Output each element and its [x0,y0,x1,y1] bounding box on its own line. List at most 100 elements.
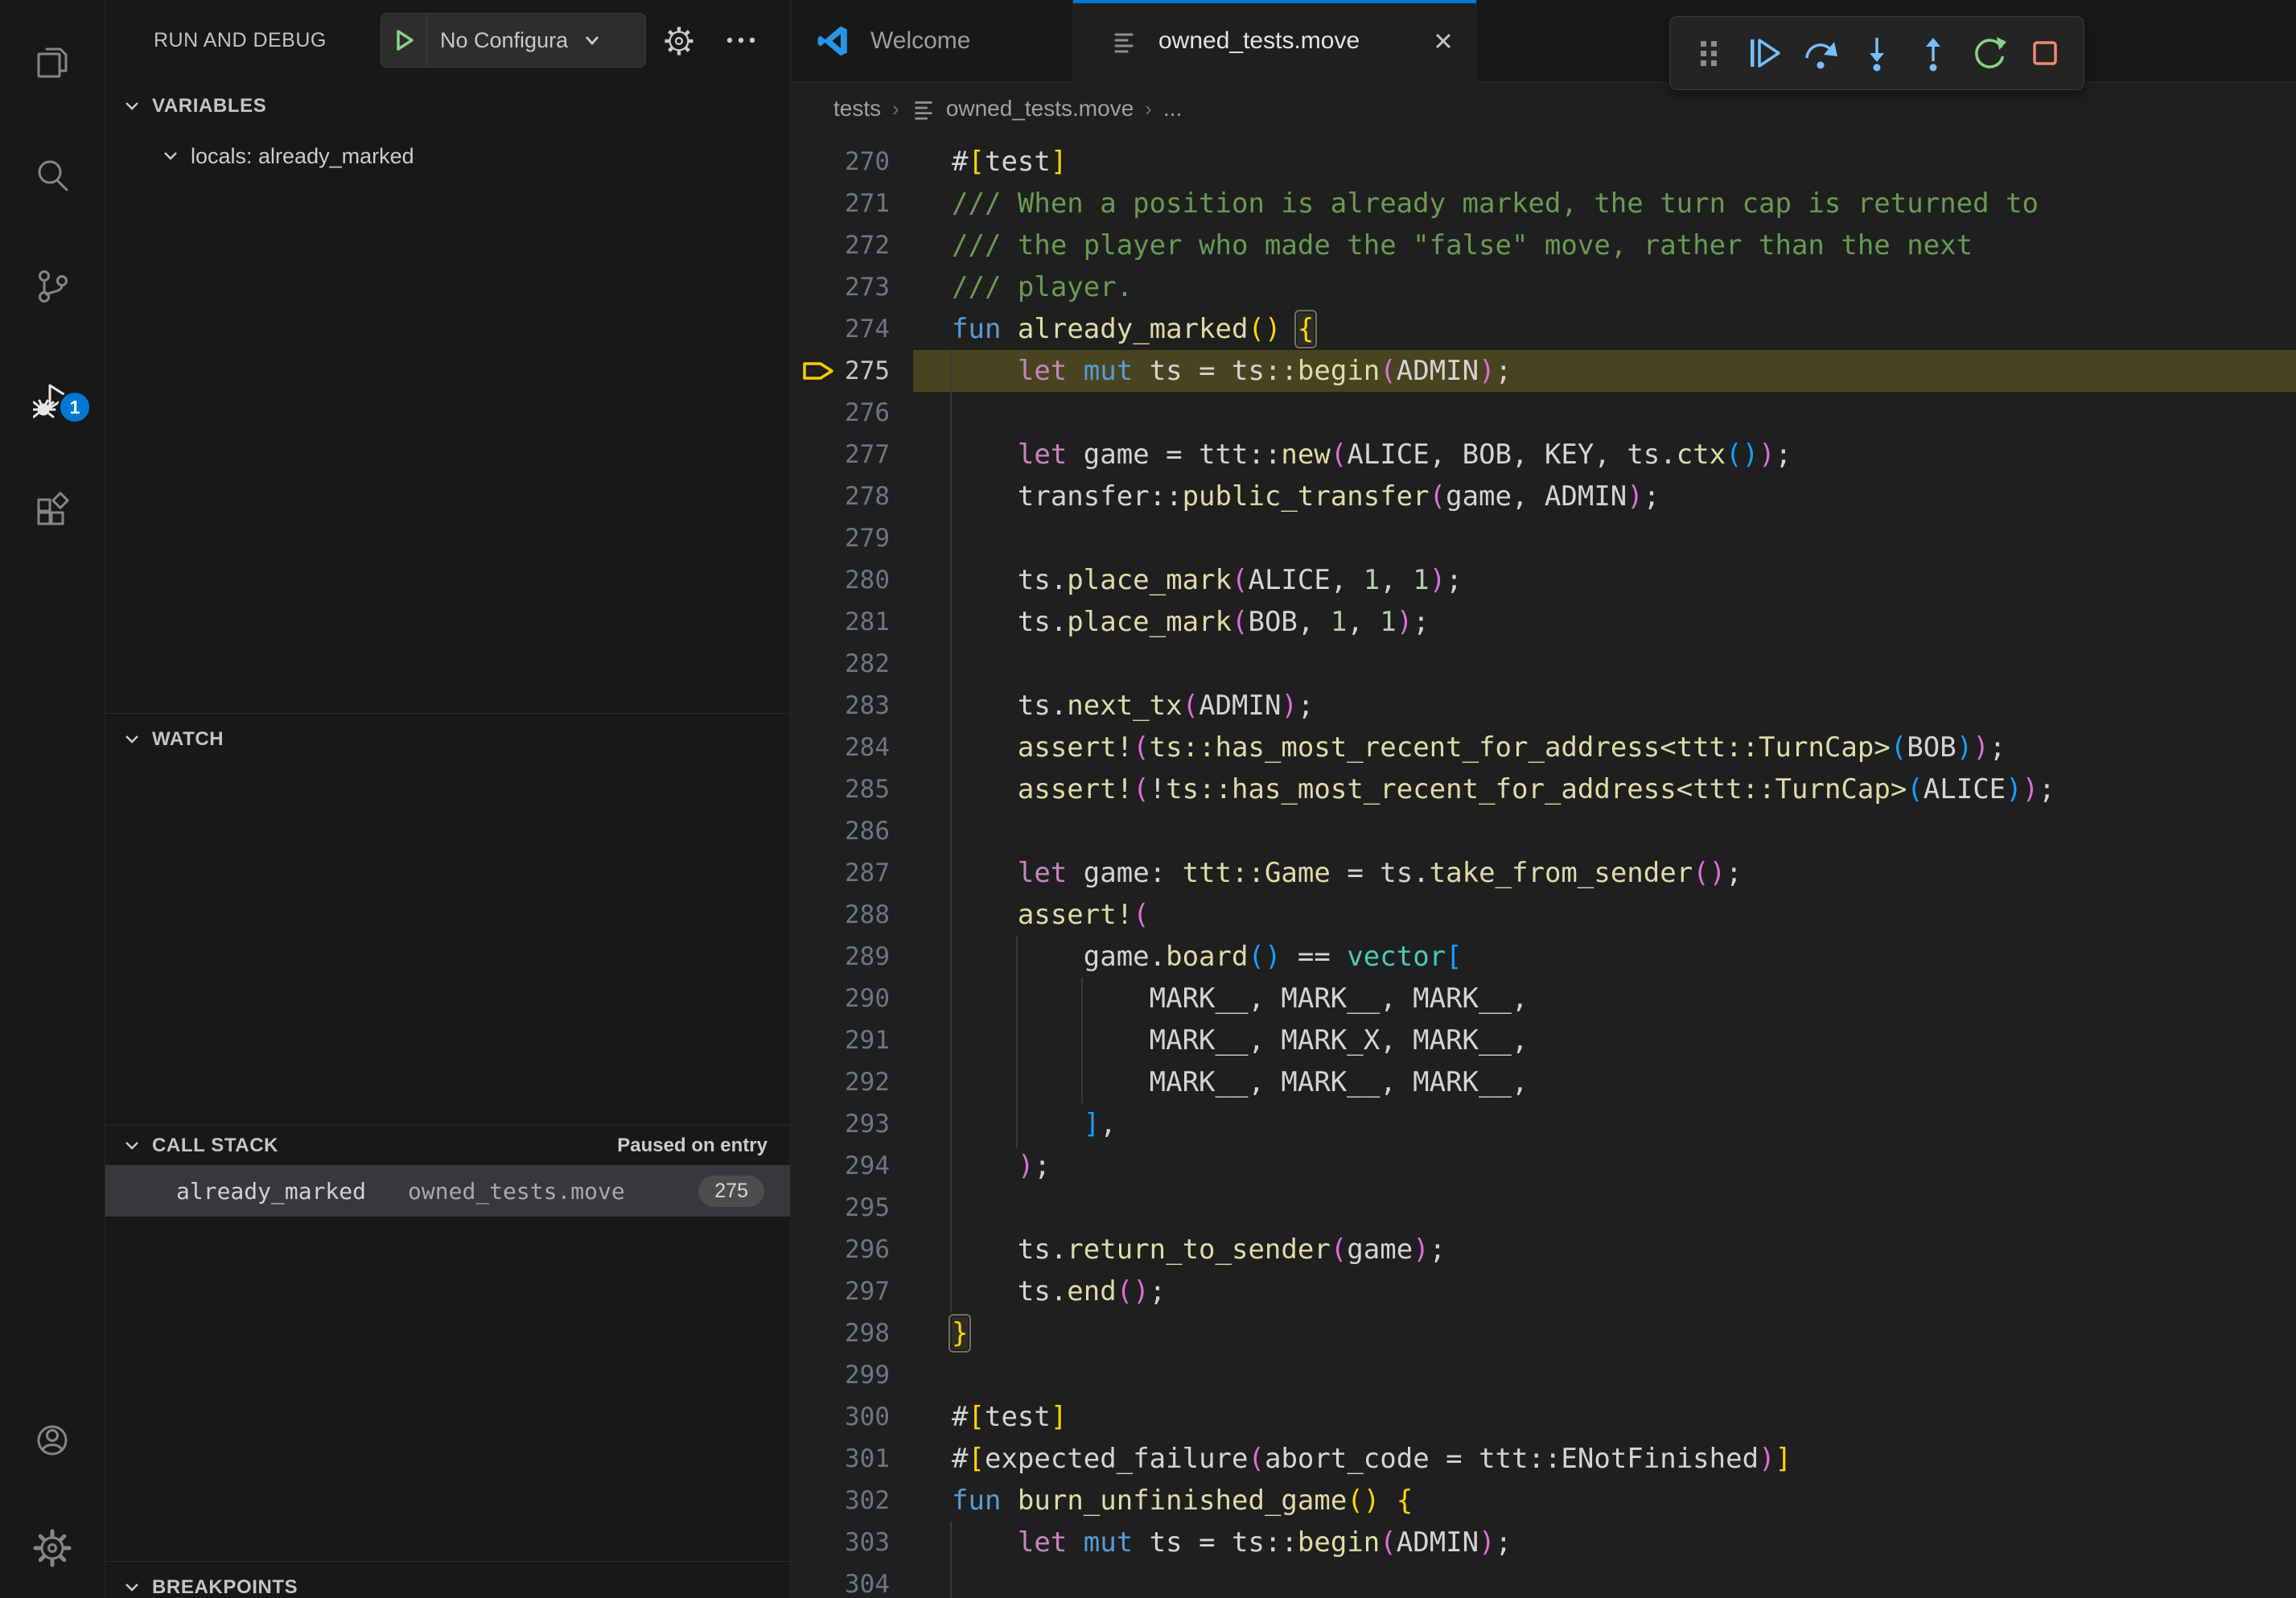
code-line[interactable]: 278 transfer::public_transfer(game, ADMI… [792,476,2296,517]
code-line[interactable]: 285 assert!(!ts::has_most_recent_for_add… [792,768,2296,810]
more-actions-icon[interactable] [725,34,757,47]
code-line[interactable]: 282 [792,643,2296,685]
breadcrumb-item[interactable]: ... [1163,96,1182,121]
line-number[interactable]: 282 [792,643,890,685]
code-line[interactable]: 271/// When a position is already marked… [792,183,2296,224]
code-line[interactable]: 304 [792,1563,2296,1598]
line-number[interactable]: 299 [792,1354,890,1396]
continue-icon[interactable] [1743,31,1788,76]
start-debugging-icon[interactable] [381,28,426,52]
line-number[interactable]: 293 [792,1103,890,1145]
line-number[interactable]: 274 [792,308,890,350]
code-line[interactable]: 286 [792,810,2296,852]
line-number[interactable]: 298 [792,1312,890,1354]
close-icon[interactable] [1431,29,1455,53]
line-number[interactable]: 272 [792,224,890,266]
code-line[interactable]: 302fun burn_unfinished_game() { [792,1480,2296,1522]
line-number[interactable]: 291 [792,1019,890,1061]
line-number[interactable]: 273 [792,266,890,308]
line-number[interactable]: 302 [792,1480,890,1522]
line-number[interactable]: 301 [792,1438,890,1480]
step-into-icon[interactable] [1854,31,1899,76]
run-debug-icon[interactable]: 1 [0,356,105,445]
line-number[interactable]: 304 [792,1563,890,1598]
drag-handle-icon[interactable] [1686,31,1731,76]
explorer-icon[interactable] [0,18,105,106]
code-line[interactable]: 298} [792,1312,2296,1354]
breadcrumb-item[interactable]: owned_tests.move [946,96,1134,121]
code-line[interactable]: 276 [792,392,2296,434]
line-number[interactable]: 276 [792,392,890,434]
line-number[interactable]: 290 [792,978,890,1019]
code-line[interactable]: 300#[test] [792,1396,2296,1438]
code-line[interactable]: 281 ts.place_mark(BOB, 1, 1); [792,601,2296,643]
line-number[interactable]: 294 [792,1145,890,1187]
code-line[interactable]: 279 [792,517,2296,559]
code-line[interactable]: 303 let mut ts = ts::begin(ADMIN); [792,1522,2296,1563]
line-number[interactable]: 288 [792,894,890,936]
step-out-icon[interactable] [1911,31,1956,76]
stop-icon[interactable] [2022,31,2068,76]
line-number[interactable]: 289 [792,936,890,978]
step-over-icon[interactable] [1798,31,1843,76]
code-line[interactable]: 297 ts.end(); [792,1271,2296,1312]
line-number[interactable]: 295 [792,1187,890,1229]
search-icon[interactable] [0,132,105,220]
line-number[interactable]: 297 [792,1271,890,1312]
settings-gear-icon[interactable] [0,1504,105,1592]
breadcrumb-item[interactable]: tests [833,96,881,121]
line-number[interactable]: 286 [792,810,890,852]
gear-icon[interactable] [662,24,696,58]
variables-locals-row[interactable]: locals: already_marked [105,132,790,180]
code-editor[interactable]: 270#[test]271/// When a position is alre… [792,134,2296,1598]
line-number[interactable]: 300 [792,1396,890,1438]
line-number[interactable]: 271 [792,183,890,224]
restart-icon[interactable] [1966,31,2011,76]
line-number[interactable]: 280 [792,559,890,601]
code-line[interactable]: 287 let game: ttt::Game = ts.take_from_s… [792,852,2296,894]
account-icon[interactable] [0,1396,105,1485]
code-line[interactable]: 277 let game = ttt::new(ALICE, BOB, KEY,… [792,434,2296,476]
code-line[interactable]: 273/// player. [792,266,2296,308]
code-line[interactable]: 280 ts.place_mark(ALICE, 1, 1); [792,559,2296,601]
section-breakpoints[interactable]: BREAKPOINTS [105,1561,790,1598]
tab-owned-tests-move[interactable]: owned_tests.move [1073,0,1477,82]
code-line[interactable]: 292 MARK__, MARK__, MARK__, [792,1061,2296,1103]
debug-config-dropdown[interactable]: No Configura [381,13,646,68]
call-stack-frame-row[interactable]: already_marked owned_tests.move 275 [105,1165,790,1217]
code-line[interactable]: 272/// the player who made the "false" m… [792,224,2296,266]
code-line[interactable]: 275 let mut ts = ts::begin(ADMIN); [792,350,2296,392]
line-number[interactable]: 287 [792,852,890,894]
code-line[interactable]: 301#[expected_failure(abort_code = ttt::… [792,1438,2296,1480]
code-line[interactable]: 289 game.board() == vector[ [792,936,2296,978]
code-line[interactable]: 294 ); [792,1145,2296,1187]
line-number[interactable]: 296 [792,1229,890,1271]
line-number[interactable]: 284 [792,727,890,768]
line-number[interactable]: 281 [792,601,890,643]
line-number[interactable]: 292 [792,1061,890,1103]
line-number[interactable]: 303 [792,1522,890,1563]
code-line[interactable]: 293 ], [792,1103,2296,1145]
line-number[interactable]: 285 [792,768,890,810]
code-line[interactable]: 295 [792,1187,2296,1229]
line-number[interactable]: 270 [792,141,890,183]
section-variables[interactable]: VARIABLES [105,80,790,132]
code-line[interactable]: 291 MARK__, MARK_X, MARK__, [792,1019,2296,1061]
section-watch[interactable]: WATCH [105,713,790,764]
code-line[interactable]: 284 assert!(ts::has_most_recent_for_addr… [792,727,2296,768]
section-call-stack[interactable]: CALL STACK Paused on entry [105,1125,790,1165]
code-line[interactable]: 288 assert!( [792,894,2296,936]
line-number[interactable]: 279 [792,517,890,559]
tab-welcome[interactable]: Welcome [792,0,1073,82]
code-line[interactable]: 299 [792,1354,2296,1396]
source-control-icon[interactable] [0,242,105,331]
line-number[interactable]: 277 [792,434,890,476]
code-line[interactable]: 274fun already_marked() { [792,308,2296,350]
code-line[interactable]: 290 MARK__, MARK__, MARK__, [792,978,2296,1019]
line-number[interactable]: 278 [792,476,890,517]
code-line[interactable]: 270#[test] [792,141,2296,183]
extensions-icon[interactable] [0,467,105,555]
code-line[interactable]: 296 ts.return_to_sender(game); [792,1229,2296,1271]
line-number[interactable]: 283 [792,685,890,727]
code-line[interactable]: 283 ts.next_tx(ADMIN); [792,685,2296,727]
